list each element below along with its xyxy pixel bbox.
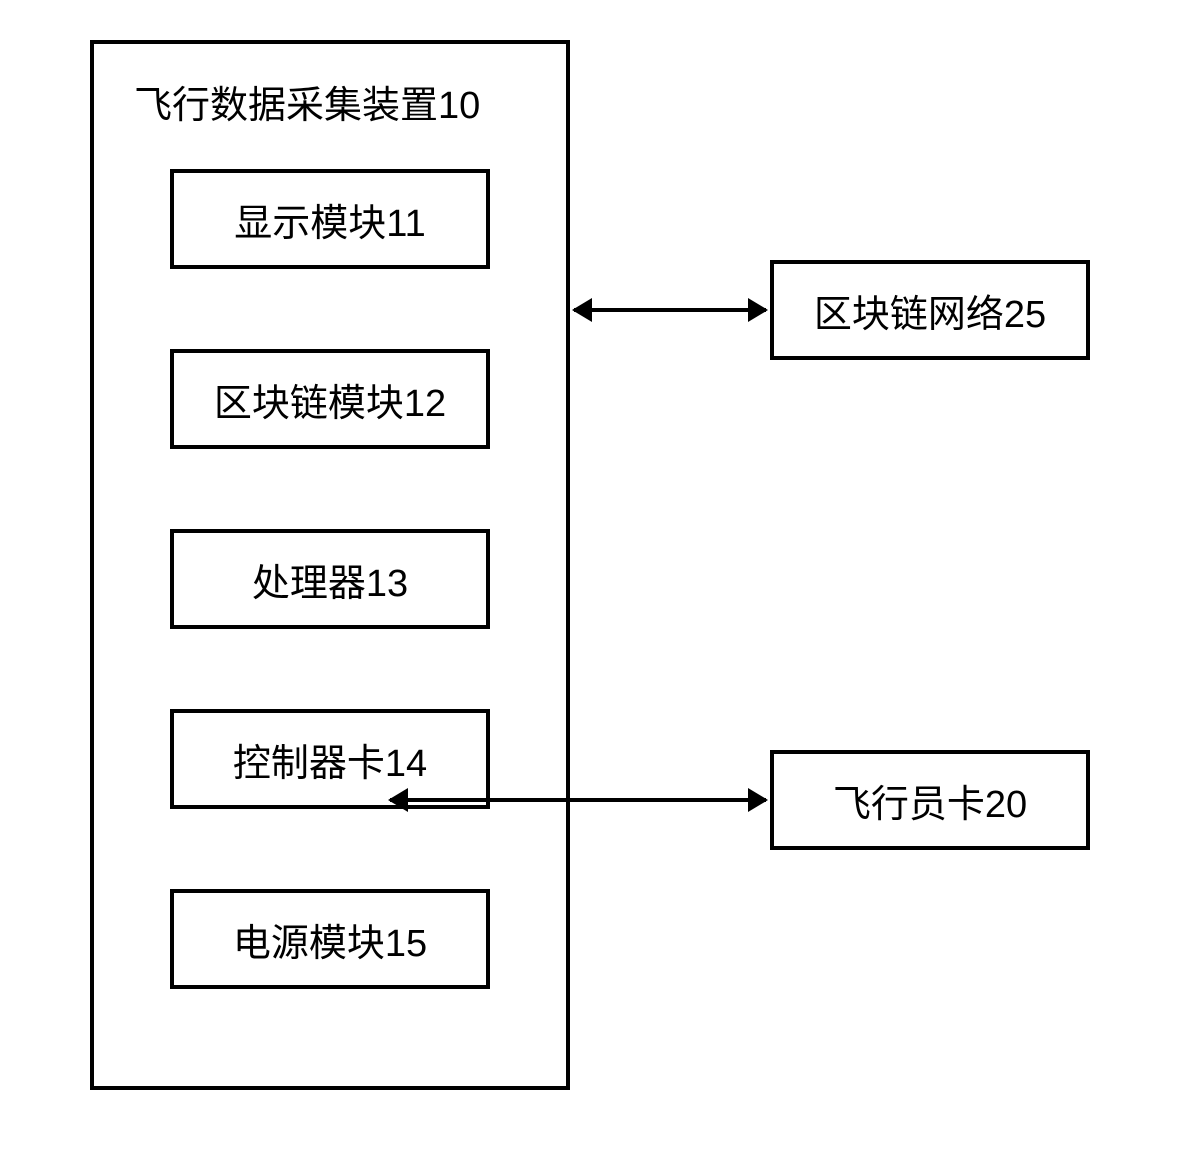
pilot-card-box: 飞行员卡20 [770,750,1090,850]
device-title: 飞行数据采集装置10 [124,74,536,129]
module-processor: 处理器13 [170,529,490,629]
module-controller-card: 控制器卡14 [170,709,490,809]
module-blockchain: 区块链模块12 [170,349,490,449]
arrow-device-network [574,308,766,312]
arrow-controller-pilot [390,798,766,802]
module-power: 电源模块15 [170,889,490,989]
main-device-box: 飞行数据采集装置10 显示模块11 区块链模块12 处理器13 控制器卡14 电… [90,40,570,1090]
blockchain-network-box: 区块链网络25 [770,260,1090,360]
module-display: 显示模块11 [170,169,490,269]
